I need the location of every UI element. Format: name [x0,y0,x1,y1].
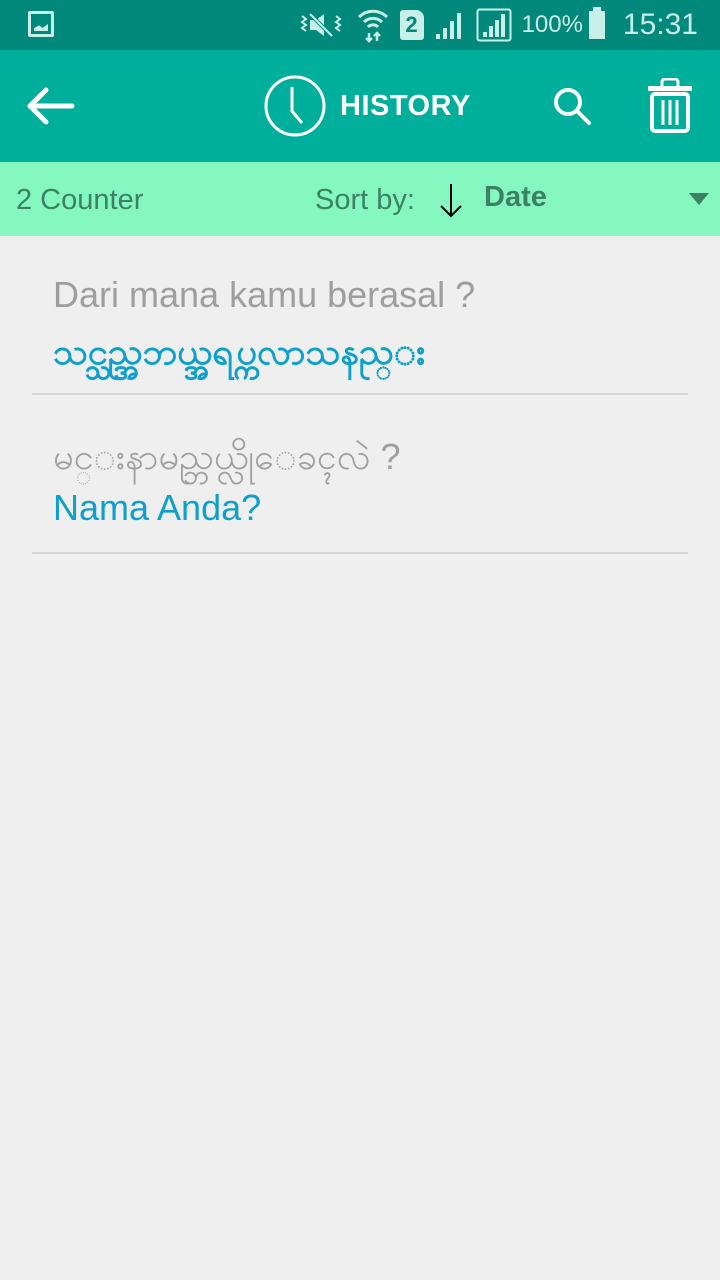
chevron-down-icon[interactable] [689,193,709,205]
status-icons: 2 100% 15:31 [298,0,698,50]
signal-roaming-icon [476,8,512,42]
arrow-back-icon[interactable] [22,76,82,136]
signal-icon [435,13,461,39]
gallery-notification-icon [28,11,54,37]
history-counter: 2 Counter [16,184,144,216]
list-item[interactable]: Dari mana kamu berasal ? သင္သည္အဘယ္အရပ္က… [32,236,688,395]
source-text: မင္းနာမည္ဘယ္လိုေခၚလဲ ? [53,436,401,477]
clock-icon [264,75,326,137]
history-list: Dari mana kamu berasal ? သင္သည္အဘယ္အရပ္က… [0,236,720,554]
sort-bar: 2 Counter Sort by: Date [0,162,720,236]
battery-icon [588,7,605,39]
status-bar: 2 100% 15:31 [0,0,720,50]
wifi-data-icon [357,9,388,43]
battery-percent: 100% [521,11,583,38]
page-title: HISTORY [340,89,471,122]
sort-select[interactable]: Date [484,181,547,214]
trash-icon[interactable] [644,78,696,134]
list-item[interactable]: မင္းနာမည္ဘယ္လိုေခၚလဲ ? Nama Anda? [32,395,688,554]
vibrate-mute-icon [299,12,342,38]
sim-2-icon: 2 [399,10,424,40]
status-time: 15:31 [622,8,698,41]
translation-text: သင္သည္အဘယ္အရပ္ကလာသနည္း [53,331,426,372]
app-bar: HISTORY [0,50,720,162]
source-text: Dari mana kamu berasal ? [53,274,476,315]
title-group: HISTORY [264,75,471,137]
arrow-down-icon[interactable] [436,180,466,220]
sort-by-label: Sort by: [315,184,415,216]
translation-text: Nama Anda? [53,487,262,528]
search-icon[interactable] [548,82,596,130]
